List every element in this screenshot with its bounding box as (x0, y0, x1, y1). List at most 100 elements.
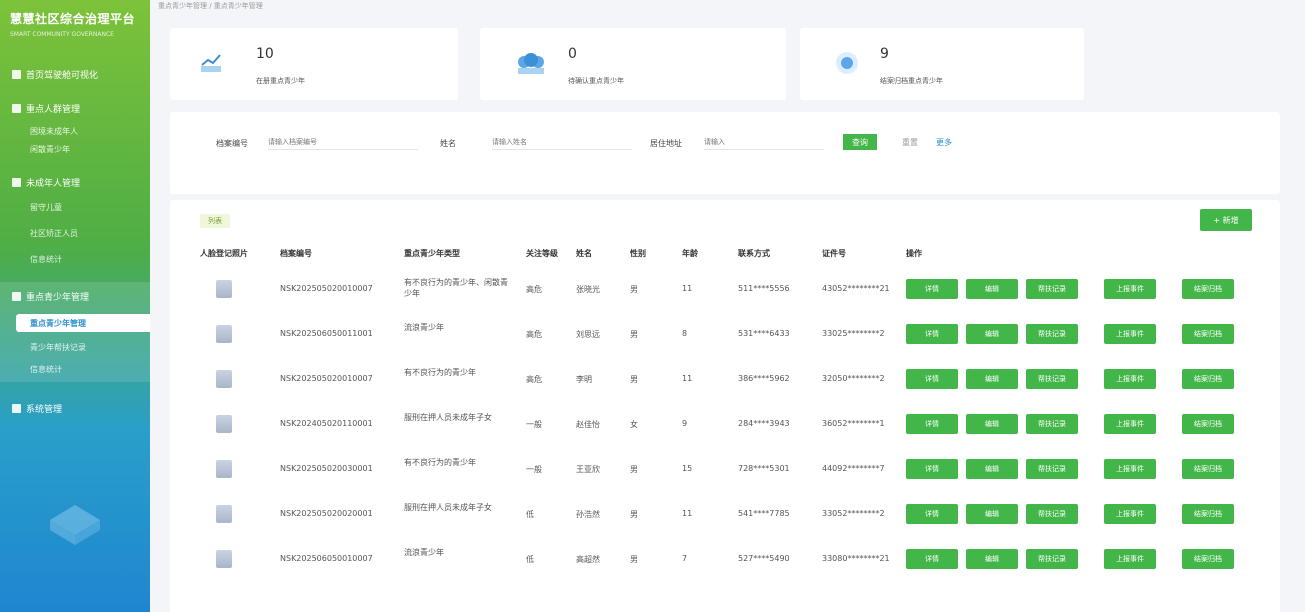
action-button-0[interactable]: 详情 (906, 324, 958, 344)
sidebar-sub-stats-1[interactable]: 信息统计 (0, 250, 150, 268)
cell-type: 有不良行为的青少年 (404, 368, 476, 377)
table-row: NSK202505020020001 服刑在押人员未成年子女低 孙浩然 男 11 541*… (170, 491, 1280, 537)
sidebar-item-system[interactable]: 系统管理 (0, 398, 150, 418)
cell-age: 8 (682, 329, 688, 338)
action-button-0[interactable]: 详情 (906, 459, 958, 479)
gear-icon (12, 403, 21, 413)
action-button-0[interactable]: 详情 (906, 414, 958, 434)
sidebar-sub-key-youth-manage[interactable]: 重点青少年管理 (16, 314, 150, 332)
cell-age: 7 (682, 554, 688, 563)
name-input[interactable] (492, 134, 632, 150)
cell-idno: 44092********7 (822, 464, 885, 473)
stat-label: 结案归档重点青少年 (880, 77, 943, 85)
cell-phone: 284****3943 (738, 419, 790, 428)
sidebar-item-dashboard[interactable]: 首页驾驶舱可视化 (0, 64, 150, 84)
action-button-1[interactable]: 编辑 (966, 324, 1018, 344)
table-row: NSK202505020010007 有不良行为的青少年、闲散青少年 高危 张晓光 男 1… (170, 266, 1280, 312)
action-button-4[interactable]: 结案归档 (1182, 279, 1234, 299)
action-button-1[interactable]: 编辑 (966, 414, 1018, 434)
face-photo[interactable] (216, 280, 232, 298)
sidebar-sub-stats-2[interactable]: 信息统计 (0, 360, 150, 378)
cell-gender: 女 (630, 420, 638, 429)
stat-label: 待确认重点青少年 (568, 77, 624, 85)
search-button[interactable]: 查询 (843, 134, 877, 150)
sidebar-item-label: 重点青少年管理 (26, 292, 90, 303)
action-button-0[interactable]: 详情 (906, 504, 958, 524)
column-header: 年龄 (682, 249, 698, 258)
action-button-2[interactable]: 帮扶记录 (1026, 369, 1078, 389)
cell-level: 低 (526, 510, 534, 519)
action-button-2[interactable]: 帮扶记录 (1026, 324, 1078, 344)
action-button-1[interactable]: 编辑 (966, 369, 1018, 389)
action-button-3[interactable]: 上报事件 (1104, 279, 1156, 299)
sidebar-item-label: 系统管理 (26, 404, 63, 415)
action-button-3[interactable]: 上报事件 (1104, 369, 1156, 389)
cell-phone: 386****5962 (738, 374, 790, 383)
face-photo[interactable] (216, 505, 232, 523)
cell-level: 高危 (526, 330, 542, 339)
action-button-2[interactable]: 帮扶记录 (1026, 414, 1078, 434)
sidebar-item-minor[interactable]: 未成年人管理 (0, 172, 150, 192)
nav-group-population: 重点人群管理 困境未成年人 闲散青少年 (0, 98, 150, 158)
cell-type: 流浪青少年 (404, 323, 444, 332)
face-photo[interactable] (216, 370, 232, 388)
cell-type: 有不良行为的青少年 (404, 458, 476, 467)
action-button-4[interactable]: 结案归档 (1182, 369, 1234, 389)
action-button-1[interactable]: 编辑 (966, 279, 1018, 299)
sidebar-item-population[interactable]: 重点人群管理 (0, 98, 150, 118)
sidebar-sub-idle-youth[interactable]: 闲散青少年 (0, 140, 150, 158)
table-row: NSK202505020030001 有不良行为的青少年 一般 王亚欣 男 15 728**… (170, 446, 1280, 492)
action-button-3[interactable]: 上报事件 (1104, 504, 1156, 524)
cell-type: 有不良行为的青少年、闲散青少年 (404, 278, 508, 298)
action-button-4[interactable]: 结案归档 (1182, 549, 1234, 569)
column-header: 姓名 (576, 249, 592, 258)
cell-type: 服刑在押人员未成年子女 (404, 413, 492, 422)
action-button-1[interactable]: 编辑 (966, 504, 1018, 524)
action-button-2[interactable]: 帮扶记录 (1026, 459, 1078, 479)
action-button-1[interactable]: 编辑 (966, 459, 1018, 479)
address-input[interactable] (704, 134, 824, 150)
cell-idno: 33025********2 (822, 329, 885, 338)
sidebar-sub-dilemma-minor[interactable]: 困境未成年人 (0, 122, 150, 140)
action-button-4[interactable]: 结案归档 (1182, 504, 1234, 524)
action-button-3[interactable]: 上报事件 (1104, 459, 1156, 479)
cell-gender: 男 (630, 375, 638, 384)
stat-value: 9 (880, 46, 889, 62)
action-button-0[interactable]: 详情 (906, 279, 958, 299)
action-button-3[interactable]: 上报事件 (1104, 549, 1156, 569)
action-button-2[interactable]: 帮扶记录 (1026, 279, 1078, 299)
face-photo[interactable] (216, 460, 232, 478)
cell-age: 11 (682, 374, 693, 383)
logo: 慧慧社区综合治理平台 SMART COMMUNITY GOVERNANCE (0, 0, 150, 42)
sidebar-sub-left-behind[interactable]: 留守儿童 (0, 198, 150, 216)
action-button-3[interactable]: 上报事件 (1104, 324, 1156, 344)
nav-group-system: 系统管理 (0, 398, 150, 418)
action-button-2[interactable]: 帮扶记录 (1026, 549, 1078, 569)
add-button[interactable]: + 新增 (1200, 209, 1252, 231)
target-icon (836, 52, 858, 74)
cell-gender: 男 (630, 285, 638, 294)
file-number-input[interactable] (268, 134, 418, 150)
action-button-3[interactable]: 上报事件 (1104, 414, 1156, 434)
action-button-0[interactable]: 详情 (906, 549, 958, 569)
more-filters-link[interactable]: 更多 (936, 137, 952, 148)
logo-title: 慧慧社区综合治理平台 (10, 12, 136, 26)
action-button-1[interactable]: 编辑 (966, 549, 1018, 569)
cell-phone: 531****6433 (738, 329, 790, 338)
action-button-0[interactable]: 详情 (906, 369, 958, 389)
action-button-4[interactable]: 结案归档 (1182, 414, 1234, 434)
face-photo[interactable] (216, 415, 232, 433)
sidebar-item-label: 未成年人管理 (26, 178, 81, 189)
cell-gender: 男 (630, 555, 638, 564)
cell-name: 高超然 (576, 555, 600, 564)
cell-age: 9 (682, 419, 688, 428)
face-photo[interactable] (216, 325, 232, 343)
sidebar-item-key-youth[interactable]: 重点青少年管理 (0, 286, 150, 306)
reset-button[interactable]: 重置 (902, 137, 918, 148)
action-button-4[interactable]: 结案归档 (1182, 459, 1234, 479)
sidebar-sub-help-records[interactable]: 青少年帮扶记录 (0, 338, 150, 356)
action-button-4[interactable]: 结案归档 (1182, 324, 1234, 344)
face-photo[interactable] (216, 550, 232, 568)
sidebar-sub-correction[interactable]: 社区矫正人员 (0, 224, 150, 242)
action-button-2[interactable]: 帮扶记录 (1026, 504, 1078, 524)
